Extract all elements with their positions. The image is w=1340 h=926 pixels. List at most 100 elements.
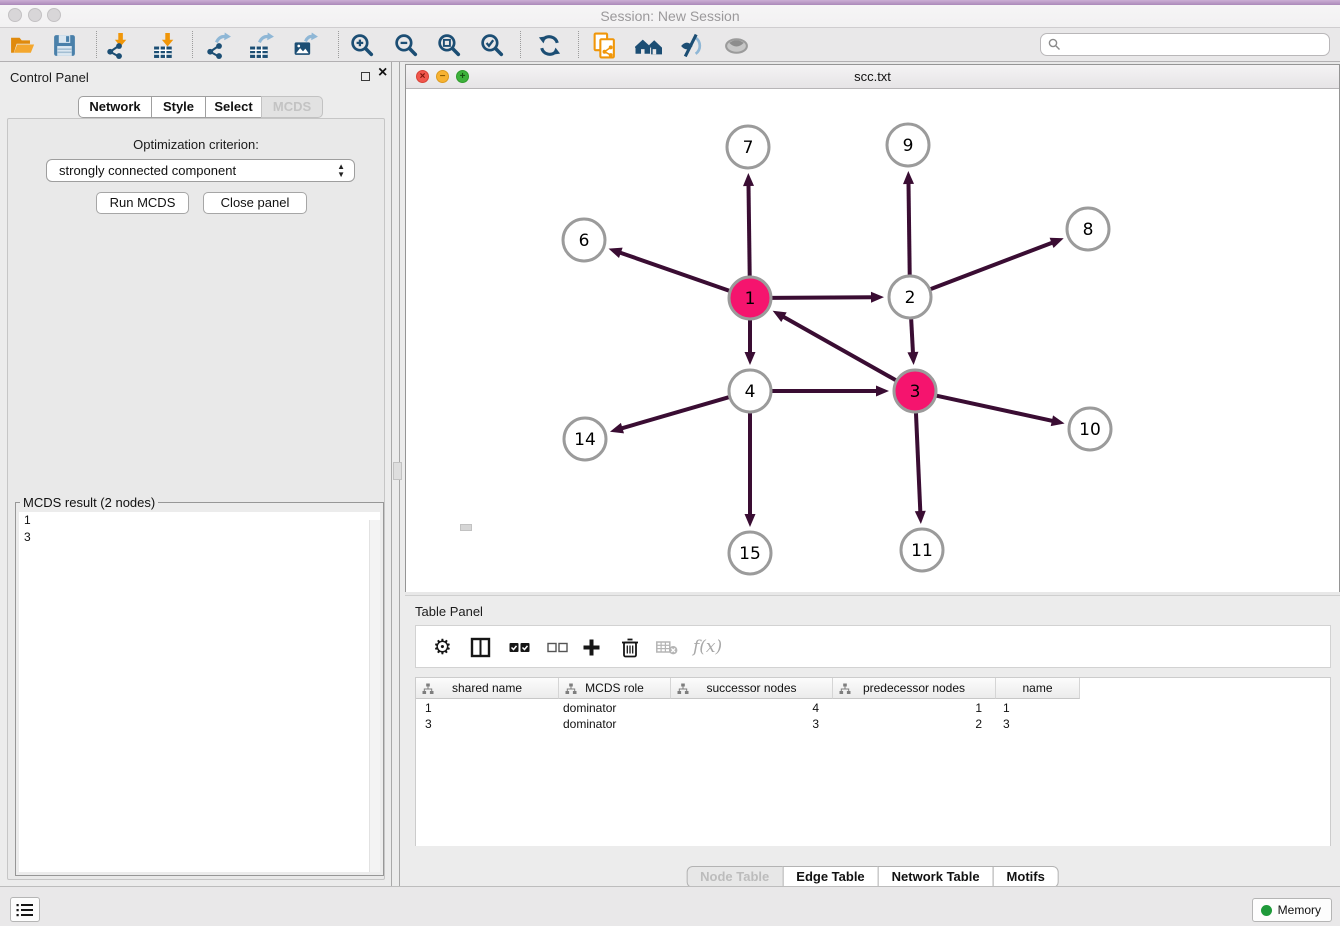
open-in-cybrowser-icon[interactable] bbox=[591, 32, 618, 59]
zoom-selected-icon[interactable] bbox=[479, 32, 506, 59]
column-header-name[interactable]: name bbox=[996, 678, 1080, 699]
main-toolbar bbox=[0, 28, 1340, 62]
graph-edge-4-3[interactable] bbox=[772, 386, 889, 397]
window-resize-grip[interactable] bbox=[460, 524, 472, 531]
close-panel-icon[interactable]: × bbox=[378, 65, 387, 81]
tab-network[interactable]: Network bbox=[78, 96, 152, 118]
graph-edge-3-11[interactable] bbox=[915, 413, 926, 524]
table-cell[interactable]: 3 bbox=[996, 716, 1080, 732]
node-label: 7 bbox=[743, 138, 754, 158]
graph-node-10[interactable]: 10 bbox=[1069, 408, 1111, 450]
import-table-icon[interactable] bbox=[152, 32, 179, 59]
node-label: 14 bbox=[574, 430, 596, 450]
table-cell[interactable]: 1 bbox=[996, 700, 1080, 716]
table-toolbar: ⚙ f(x) bbox=[415, 625, 1331, 668]
cybrowser-home-icon[interactable] bbox=[635, 32, 662, 59]
export-table-icon[interactable] bbox=[248, 32, 275, 59]
graph-node-8[interactable]: 8 bbox=[1067, 208, 1109, 250]
graph-node-9[interactable]: 9 bbox=[887, 124, 929, 166]
app-title: Session: New Session bbox=[0, 8, 1340, 24]
table-settings-icon[interactable]: ⚙ bbox=[433, 634, 452, 660]
column-header-successor-nodes[interactable]: successor nodes bbox=[671, 678, 833, 699]
table-cell[interactable]: 3 bbox=[416, 716, 559, 732]
node-label: 11 bbox=[911, 541, 933, 561]
task-history-button[interactable] bbox=[10, 897, 40, 922]
graph-edge-2-9[interactable] bbox=[903, 171, 914, 275]
splitter-grip[interactable] bbox=[393, 462, 402, 480]
criterion-dropdown[interactable]: strongly connected component ▲▼ bbox=[46, 159, 355, 182]
mcds-result-text[interactable]: 13 bbox=[19, 512, 380, 872]
export-network-icon[interactable] bbox=[205, 32, 232, 59]
graph-edge-3-1[interactable] bbox=[773, 311, 896, 380]
table-cell[interactable]: 1 bbox=[833, 700, 996, 716]
zoom-fit-content-icon[interactable] bbox=[436, 32, 463, 59]
graph-node-15[interactable]: 15 bbox=[729, 532, 771, 574]
show-graphics-details-icon[interactable] bbox=[723, 32, 750, 59]
graph-node-1[interactable]: 1 bbox=[729, 277, 771, 319]
delete-column-icon[interactable] bbox=[621, 634, 639, 660]
column-header-MCDS-role[interactable]: MCDS role bbox=[559, 678, 671, 699]
hide-graphics-details-icon[interactable] bbox=[678, 32, 705, 59]
deselect-all-rows-icon[interactable] bbox=[547, 634, 568, 660]
memory-button-label: Memory bbox=[1278, 903, 1321, 917]
run-mcds-button[interactable]: Run MCDS bbox=[96, 192, 189, 214]
graph-node-7[interactable]: 7 bbox=[727, 126, 769, 168]
add-column-icon[interactable] bbox=[582, 634, 601, 660]
toolbar-separator bbox=[338, 31, 339, 58]
select-all-rows-icon[interactable] bbox=[509, 634, 530, 660]
zoom-out-icon[interactable] bbox=[393, 32, 420, 59]
refresh-view-icon[interactable] bbox=[536, 32, 563, 59]
graph-edge-1-7[interactable] bbox=[743, 173, 754, 276]
panel-splitter[interactable] bbox=[392, 62, 405, 886]
save-session-icon[interactable] bbox=[51, 32, 78, 59]
result-scrollbar[interactable] bbox=[369, 520, 380, 872]
export-image-icon[interactable] bbox=[292, 32, 319, 59]
close-panel-button[interactable]: Close panel bbox=[203, 192, 307, 214]
column-header-predecessor-nodes[interactable]: predecessor nodes bbox=[833, 678, 996, 699]
graph-edge-4-14[interactable] bbox=[610, 397, 729, 433]
graph-edge-2-3[interactable] bbox=[907, 319, 918, 365]
graph-node-3[interactable]: 3 bbox=[894, 370, 936, 412]
graph-edge-2-8[interactable] bbox=[931, 238, 1064, 289]
tab-node-table[interactable]: Node Table bbox=[686, 866, 783, 888]
node-table[interactable]: shared nameMCDS rolesuccessor nodesprede… bbox=[415, 677, 1331, 846]
column-header-shared-name[interactable]: shared name bbox=[416, 678, 559, 699]
graph-edge-4-15[interactable] bbox=[745, 413, 756, 527]
network-canvas[interactable]: 7 9 6 8 1 2 4 3 14 10 15 11 bbox=[406, 89, 1339, 592]
graph-edge-1-2[interactable] bbox=[772, 292, 884, 303]
graph-edge-1-4[interactable] bbox=[745, 320, 756, 365]
tab-mcds[interactable]: MCDS bbox=[261, 96, 323, 118]
table-cell[interactable]: dominator bbox=[559, 700, 671, 716]
import-network-icon[interactable] bbox=[105, 32, 132, 59]
graph-node-14[interactable]: 14 bbox=[564, 418, 606, 460]
search-input[interactable] bbox=[1067, 35, 1322, 54]
table-row[interactable]: 1dominator411 bbox=[416, 700, 1330, 716]
graph-node-4[interactable]: 4 bbox=[729, 370, 771, 412]
table-cell[interactable]: 4 bbox=[671, 700, 833, 716]
tab-motifs[interactable]: Motifs bbox=[993, 866, 1059, 888]
tab-edge-table[interactable]: Edge Table bbox=[782, 866, 878, 888]
graph-node-6[interactable]: 6 bbox=[563, 219, 605, 261]
memory-button[interactable]: Memory bbox=[1252, 898, 1332, 922]
tab-network-table[interactable]: Network Table bbox=[878, 866, 994, 888]
graph-edge-3-10[interactable] bbox=[936, 396, 1064, 426]
column-visibility-icon[interactable] bbox=[470, 634, 491, 660]
tab-select[interactable]: Select bbox=[205, 96, 262, 118]
open-file-icon[interactable] bbox=[9, 32, 36, 59]
table-cell[interactable]: dominator bbox=[559, 716, 671, 732]
float-panel-icon[interactable] bbox=[361, 72, 370, 81]
tab-style[interactable]: Style bbox=[151, 96, 206, 118]
zoom-in-icon[interactable] bbox=[349, 32, 376, 59]
search-field[interactable] bbox=[1040, 33, 1330, 56]
graph-edge-1-6[interactable] bbox=[609, 248, 730, 291]
control-panel-title: Control Panel bbox=[10, 70, 89, 85]
graph-node-11[interactable]: 11 bbox=[901, 529, 943, 571]
network-window-titlebar[interactable]: × − + scc.txt bbox=[406, 65, 1339, 89]
header-filler bbox=[1080, 678, 1330, 699]
table-cell[interactable]: 1 bbox=[416, 700, 559, 716]
table-cell[interactable]: 2 bbox=[833, 716, 996, 732]
graph-node-2[interactable]: 2 bbox=[889, 276, 931, 318]
table-row[interactable]: 3dominator323 bbox=[416, 716, 1330, 732]
dropdown-stepper-icon: ▲▼ bbox=[337, 163, 345, 179]
table-cell[interactable]: 3 bbox=[671, 716, 833, 732]
